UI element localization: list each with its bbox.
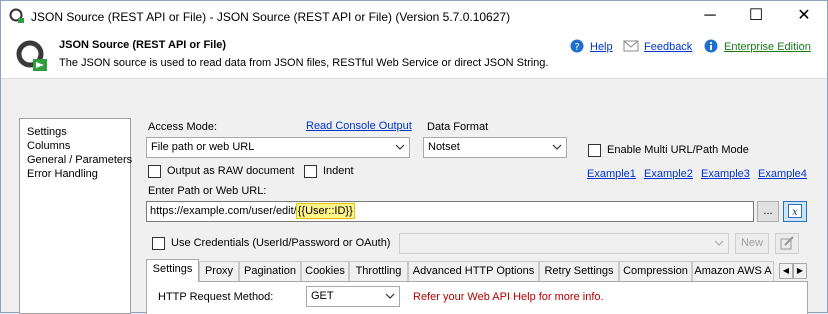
access-mode-value: File path or web URL [151,141,255,153]
tab-advanced-http-options[interactable]: Advanced HTTP Options [408,261,539,281]
title-bar: JSON Source (REST API or File) - JSON So… [1,1,827,31]
output-raw-checkbox[interactable] [148,165,161,178]
component-description: The JSON source is used to read data fro… [59,57,549,69]
http-method-select[interactable]: GET [306,286,400,307]
feedback-link[interactable]: Feedback [644,41,692,53]
tab-amazon-aws[interactable]: Amazon AWS A [692,261,774,281]
url-variable-highlight: {{User::ID}} [295,203,355,219]
edit-pencil-icon [780,236,794,250]
api-help-hint: Refer your Web API Help for more info. [413,291,604,303]
nav-item-error-handling[interactable]: Error Handling [20,167,130,181]
settings-nav: Settings Columns General / Parameters Er… [19,118,132,314]
nav-item-general-parameters[interactable]: General / Parameters [20,153,132,167]
use-credentials-checkbox[interactable] [152,237,165,250]
access-mode-select[interactable]: File path or web URL [146,137,410,158]
tab-compression[interactable]: Compression [619,261,692,281]
indent-label: Indent [323,165,354,177]
tab-throttling[interactable]: Throttling [349,261,408,281]
enable-multi-url-label: Enable Multi URL/Path Mode [607,144,749,156]
tab-settings[interactable]: Settings [146,259,199,282]
data-format-value: Notset [428,141,460,153]
svg-text:?: ? [574,42,579,53]
nav-item-columns[interactable]: Columns [20,139,130,153]
component-title: JSON Source (REST API or File) [59,39,227,51]
help-link[interactable]: Help [590,41,613,53]
enterprise-edition-link[interactable]: Enterprise Edition [724,41,811,53]
url-prefix-text: https://example.com/user/edit/ [150,205,297,217]
expression-icon: x [788,204,802,218]
dialog-window: JSON Source (REST API or File) - JSON So… [0,0,828,314]
credentials-select[interactable] [399,233,729,254]
http-method-label: HTTP Request Method: [158,291,274,303]
chevron-down-icon [552,144,562,150]
maximize-button[interactable]: ☐ [733,1,779,31]
data-format-select[interactable]: Notset [423,137,567,158]
example3-link[interactable]: Example3 [701,168,750,180]
feedback-icon[interactable] [623,39,639,53]
nav-item-settings[interactable]: Settings [20,125,130,139]
app-icon [9,8,24,23]
close-button[interactable]: ✕ [781,1,827,31]
tab-cookies[interactable]: Cookies [301,261,349,281]
help-icon[interactable]: ? [570,39,584,53]
json-source-logo [16,40,47,71]
enable-multi-url-checkbox[interactable] [588,144,601,157]
indent-checkbox[interactable] [304,165,317,178]
chevron-down-icon [385,293,395,299]
edit-credential-button[interactable] [775,233,799,254]
chevron-down-icon [395,144,405,150]
expression-editor-button[interactable]: x [783,201,807,222]
tab-retry-settings[interactable]: Retry Settings [539,261,619,281]
example4-link[interactable]: Example4 [758,168,807,180]
settings-tabs: Settings Proxy Pagination Cookies Thrott… [146,259,808,282]
info-icon[interactable] [704,39,718,53]
settings-tab-page: HTTP Request Method: GET Refer your Web … [146,281,808,314]
tab-proxy[interactable]: Proxy [199,261,239,281]
example2-link[interactable]: Example2 [644,168,693,180]
example1-link[interactable]: Example1 [587,168,636,180]
window-title: JSON Source (REST API or File) - JSON So… [31,10,511,24]
component-header: JSON Source (REST API or File) The JSON … [1,31,827,79]
use-credentials-label: Use Credentials (UserId/Password or OAut… [171,237,391,249]
tab-scroll-left-icon[interactable]: ◀ [779,263,793,279]
tab-pagination[interactable]: Pagination [239,261,301,281]
path-label: Enter Path or Web URL: [148,185,267,197]
data-format-label: Data Format [427,121,489,133]
tab-scroll-right-icon[interactable]: ▶ [793,263,807,279]
browse-button[interactable]: ... [757,201,779,222]
svg-text:x: x [792,207,798,218]
access-mode-label: Access Mode: [148,121,218,133]
output-raw-label: Output as RAW document [167,165,295,177]
new-credential-button[interactable]: New [735,233,769,254]
path-url-input[interactable]: https://example.com/user/edit/{{User::ID… [146,201,754,222]
chevron-down-icon [714,240,724,246]
http-method-value: GET [311,290,334,302]
minimize-button[interactable]: ─ [687,1,733,31]
read-console-output-link[interactable]: Read Console Output [306,120,412,132]
